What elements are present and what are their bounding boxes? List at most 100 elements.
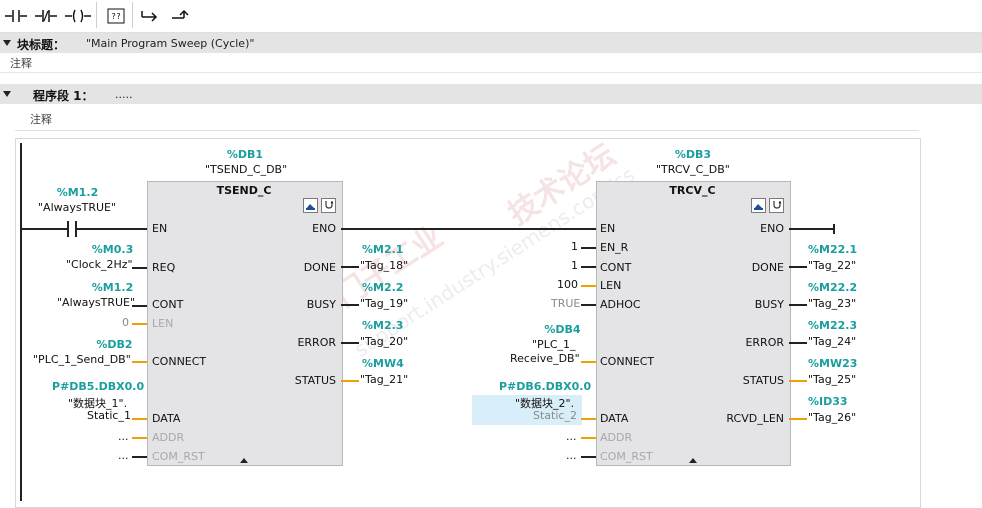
cont-tag[interactable]: 1 (571, 259, 578, 272)
block-title-value[interactable]: "Main Program Sweep (Cycle)" (86, 37, 254, 50)
len-tag[interactable]: 0 (122, 316, 129, 329)
pin-addr[interactable]: ADDR (600, 431, 632, 444)
pin-en-r[interactable]: EN_R (600, 241, 628, 254)
connect-tag-cont[interactable]: Receive_DB" (510, 352, 580, 365)
connect-address: %DB4 (544, 323, 581, 336)
pin-status[interactable]: STATUS (720, 374, 784, 387)
addr-tag[interactable]: ... (118, 430, 129, 443)
pin-eno[interactable]: ENO (720, 222, 784, 235)
addr-tag[interactable]: ... (566, 430, 577, 443)
wire (789, 228, 835, 230)
req-address: %M0.3 (91, 243, 134, 256)
pin-com-rst[interactable]: COM_RST (600, 450, 653, 463)
collapse-triangle-icon[interactable] (3, 91, 11, 97)
power-rail (20, 143, 22, 501)
wire (581, 285, 596, 287)
wire (789, 418, 807, 420)
diagnostics-icon[interactable] (769, 198, 784, 213)
wire (341, 304, 359, 306)
pin-connect[interactable]: CONNECT (152, 355, 206, 368)
wire (77, 228, 148, 230)
adhoc-tag[interactable]: TRUE (551, 297, 580, 310)
rcvd-len-tag[interactable]: "Tag_26" (808, 411, 856, 424)
pin-data[interactable]: DATA (152, 412, 180, 425)
pin-error[interactable]: ERROR (720, 336, 784, 349)
pin-rcvd-len[interactable]: RCVD_LEN (710, 412, 784, 425)
status-tag[interactable]: "Tag_21" (360, 373, 408, 386)
pin-req[interactable]: REQ (152, 261, 175, 274)
pin-cont[interactable]: CONT (152, 298, 183, 311)
data-address: P#DB5.DBX0.0 (52, 380, 145, 393)
wire (22, 228, 67, 230)
status-address: %MW23 (808, 357, 858, 370)
pin-error[interactable]: ERROR (280, 336, 336, 349)
pin-busy[interactable]: BUSY (280, 298, 336, 311)
network-title-value[interactable]: ..... (115, 88, 132, 101)
connect-address: %DB2 (96, 338, 133, 351)
connect-tag[interactable]: "PLC_1_Send_DB" (33, 353, 131, 366)
connect-tag[interactable]: "PLC_1_ (532, 338, 576, 351)
coil-icon[interactable] (64, 3, 92, 29)
trcv-db-name[interactable]: "TRCV_C_DB" (656, 163, 730, 176)
busy-tag[interactable]: "Tag_23" (808, 297, 856, 310)
wire (341, 266, 359, 268)
len-tag[interactable]: 100 (557, 278, 578, 291)
ladder-toolbar: ?? (0, 0, 982, 33)
wire (341, 380, 359, 382)
pin-cont[interactable]: CONT (600, 261, 631, 274)
empty-box-icon[interactable]: ?? (102, 3, 130, 29)
expand-arrow-icon[interactable] (240, 458, 248, 463)
collapse-triangle-icon[interactable] (3, 40, 11, 46)
expand-arrow-icon[interactable] (689, 458, 697, 463)
pin-done[interactable]: DONE (720, 261, 784, 274)
pin-busy[interactable]: BUSY (720, 298, 784, 311)
pin-en[interactable]: EN (152, 222, 167, 235)
nc-contact-icon[interactable] (32, 3, 60, 29)
pin-connect[interactable]: CONNECT (600, 355, 654, 368)
busy-tag[interactable]: "Tag_19" (360, 297, 408, 310)
tsend-db-name[interactable]: "TSEND_C_DB" (205, 163, 287, 176)
open-branch-icon[interactable] (136, 3, 164, 29)
no-contact-icon[interactable] (2, 3, 30, 29)
pin-status[interactable]: STATUS (280, 374, 336, 387)
done-tag[interactable]: "Tag_18" (360, 259, 408, 272)
tsend-block-title: TSEND_C (216, 184, 272, 197)
pin-adhoc[interactable]: ADHOC (600, 298, 641, 311)
pin-done[interactable]: DONE (280, 261, 336, 274)
cont-address: %M1.2 (91, 281, 134, 294)
error-tag[interactable]: "Tag_24" (808, 335, 856, 348)
status-tag[interactable]: "Tag_25" (808, 373, 856, 386)
pin-com-rst[interactable]: COM_RST (152, 450, 205, 463)
req-tag[interactable]: "Clock_2Hz" (66, 258, 133, 271)
com-rst-tag[interactable]: ... (118, 449, 129, 462)
network-comment[interactable]: 注释 (30, 111, 52, 127)
block-comment[interactable]: 注释 (10, 55, 32, 71)
data-tag-member[interactable]: Static_1 (87, 409, 131, 422)
tsend-db-address: %DB1 (226, 148, 264, 161)
network-title-bar[interactable]: 程序段 1： ..... (0, 84, 982, 104)
wire (581, 247, 596, 249)
block-title-bar[interactable]: 块标题： "Main Program Sweep (Cycle)" (0, 33, 982, 53)
wire (581, 456, 596, 458)
pin-en[interactable]: EN (600, 222, 615, 235)
com-rst-tag[interactable]: ... (566, 449, 577, 462)
config-icon[interactable] (751, 198, 766, 213)
contact-address: %M1.2 (56, 186, 99, 199)
config-icon[interactable] (303, 198, 318, 213)
pin-data[interactable]: DATA (600, 412, 628, 425)
done-tag[interactable]: "Tag_22" (808, 259, 856, 272)
contact-bar-left (67, 221, 69, 237)
data-tag-member[interactable]: Static_2 (533, 409, 577, 422)
contact-tag[interactable]: "AlwaysTRUE" (38, 201, 116, 214)
close-branch-icon[interactable] (166, 3, 194, 29)
pin-eno[interactable]: ENO (280, 222, 336, 235)
busy-address: %M2.2 (362, 281, 404, 294)
en-r-tag[interactable]: 1 (571, 240, 578, 253)
done-address: %M2.1 (362, 243, 404, 256)
pin-addr[interactable]: ADDR (152, 431, 184, 444)
error-tag[interactable]: "Tag_20" (360, 335, 408, 348)
pin-len[interactable]: LEN (600, 279, 621, 292)
pin-len[interactable]: LEN (152, 317, 173, 330)
cont-tag[interactable]: "AlwaysTRUE" (57, 296, 135, 309)
diagnostics-icon[interactable] (321, 198, 336, 213)
